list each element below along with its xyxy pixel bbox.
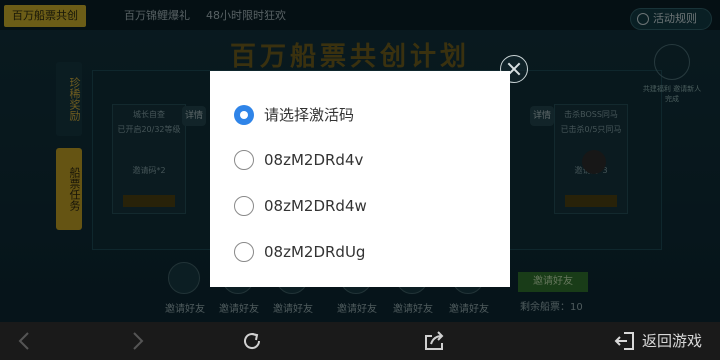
radio-unselected-icon[interactable] xyxy=(234,150,254,170)
activation-code-option[interactable]: 08zM2DRd4v xyxy=(234,148,494,172)
activation-code-option[interactable]: 08zM2DRd4w xyxy=(234,194,494,218)
forward-arrow-icon[interactable] xyxy=(126,330,148,352)
browser-nav-bar: 返回游戏 xyxy=(0,322,720,360)
activation-code-option[interactable]: 请选择激活码 xyxy=(234,103,494,127)
return-to-game-label: 返回游戏 xyxy=(642,332,703,350)
radio-unselected-icon[interactable] xyxy=(234,196,254,216)
option-label: 08zM2DRd4w xyxy=(264,197,367,215)
radio-unselected-icon[interactable] xyxy=(234,242,254,262)
option-label: 08zM2DRdUg xyxy=(264,243,366,261)
activation-code-dialog: 请选择激活码 08zM2DRd4v 08zM2DRd4w 08zM2DRdUg xyxy=(210,71,510,287)
exit-icon xyxy=(614,332,634,350)
return-to-game-button[interactable]: 返回游戏 xyxy=(614,330,706,352)
share-icon[interactable] xyxy=(423,330,445,352)
option-label: 请选择激活码 xyxy=(264,106,355,124)
radio-selected-icon[interactable] xyxy=(234,105,254,125)
activation-code-option[interactable]: 08zM2DRdUg xyxy=(234,240,494,264)
option-label: 08zM2DRd4v xyxy=(264,151,364,169)
back-arrow-icon[interactable] xyxy=(14,330,36,352)
refresh-icon[interactable] xyxy=(241,330,263,352)
